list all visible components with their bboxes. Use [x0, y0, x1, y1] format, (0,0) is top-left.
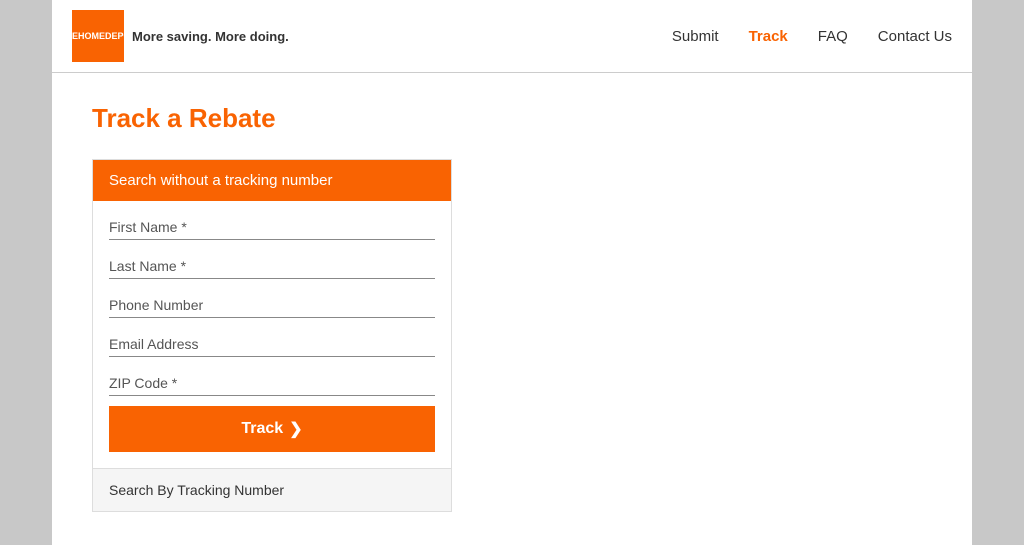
home-depot-logo: THE HOME DEPOT [72, 10, 124, 62]
page-title: Track a Rebate [92, 103, 932, 134]
zip-code-field [109, 367, 435, 396]
track-button-label: Track [241, 420, 283, 438]
form-body: Track ❯ [93, 201, 451, 468]
zip-code-input[interactable] [109, 367, 435, 396]
first-name-input[interactable] [109, 211, 435, 240]
email-address-field [109, 328, 435, 357]
logo-area: THE HOME DEPOT More saving. More doing. [72, 10, 289, 62]
form-card-header: Search without a tracking number [93, 160, 451, 201]
nav-contact-us[interactable]: Contact Us [878, 28, 952, 45]
track-button[interactable]: Track ❯ [109, 406, 435, 452]
header: THE HOME DEPOT More saving. More doing. … [52, 0, 972, 73]
phone-number-field [109, 289, 435, 318]
email-address-input[interactable] [109, 328, 435, 357]
tagline: More saving. More doing. [132, 29, 289, 44]
nav-menu: Submit Track FAQ Contact Us [672, 28, 952, 45]
phone-number-input[interactable] [109, 289, 435, 318]
last-name-field [109, 250, 435, 279]
main-content: Track a Rebate Search without a tracking… [52, 73, 972, 542]
chevron-right-icon: ❯ [289, 419, 302, 439]
form-card: Search without a tracking number [92, 159, 452, 512]
nav-submit[interactable]: Submit [672, 28, 719, 45]
nav-track[interactable]: Track [749, 28, 788, 45]
first-name-field [109, 211, 435, 240]
search-by-tracking-number[interactable]: Search By Tracking Number [93, 468, 451, 511]
nav-faq[interactable]: FAQ [818, 28, 848, 45]
last-name-input[interactable] [109, 250, 435, 279]
